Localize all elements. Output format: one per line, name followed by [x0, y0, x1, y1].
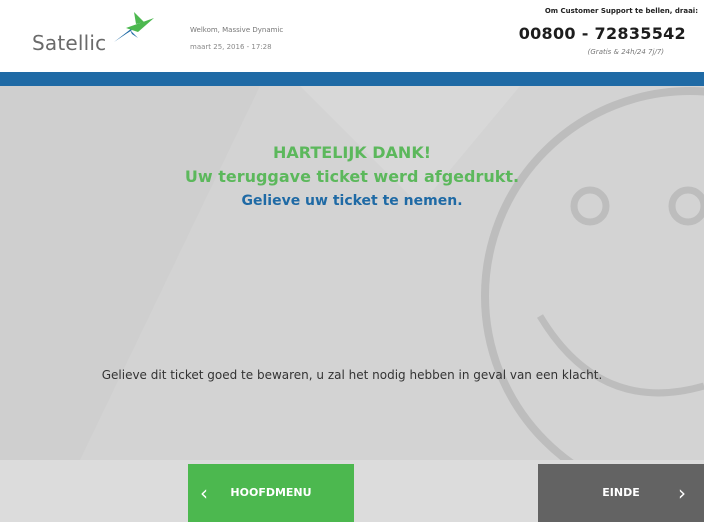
support-note: (Gratis & 24h/24 7j/7)	[587, 48, 664, 56]
support-label: Om Customer Support te bellen, draai:	[544, 7, 698, 15]
main-menu-label: HOOFDMENU	[230, 486, 312, 499]
ticket-printed-message: Uw teruggave ticket werd afgedrukt.	[184, 167, 520, 186]
support-phone-number: 00800 - 72835542	[518, 24, 686, 43]
end-button[interactable]: EINDE ›	[538, 464, 704, 522]
thank-you-title: HARTELIJK DANK!	[272, 143, 432, 162]
chevron-right-icon: ›	[678, 481, 686, 505]
footer: ‹ HOOFDMENU EINDE ›	[0, 460, 704, 522]
welcome-text: Welkom, Massive Dynamic	[190, 26, 284, 34]
main-menu-button[interactable]: ‹ HOOFDMENU	[188, 464, 354, 522]
brand-logo-text: Satellic	[32, 31, 107, 55]
satellic-bird-icon	[114, 12, 154, 42]
header-accent-bar	[0, 72, 704, 86]
take-ticket-instruction: Gelieve uw ticket te nemen.	[241, 193, 463, 209]
keep-ticket-note: Gelieve dit ticket goed te bewaren, u za…	[101, 368, 603, 382]
header: Satellic Welkom, Massive Dynamic maart 2…	[0, 0, 704, 72]
main-panel: HARTELIJK DANK! Uw teruggave ticket werd…	[0, 86, 704, 460]
datetime-text: maart 25, 2016 - 17:28	[190, 43, 272, 51]
